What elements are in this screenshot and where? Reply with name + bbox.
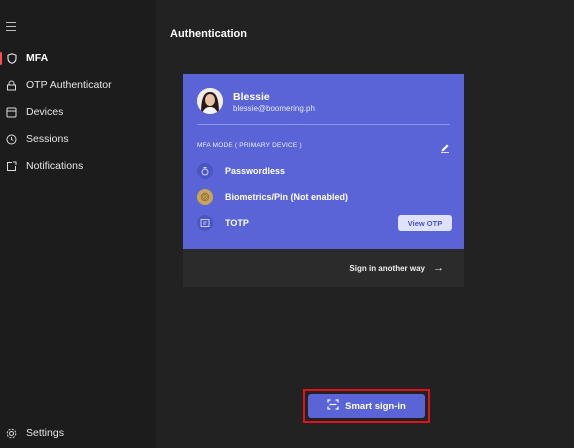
sidebar: MFA OTP Authenticator Devices Sessions N…: [0, 0, 156, 448]
notification-icon: [6, 161, 17, 172]
avatar: [197, 88, 223, 114]
sidebar-item-label: Notifications: [26, 160, 84, 172]
user-email: blessie@boomering.ph: [233, 104, 315, 113]
otp-icon: [6, 80, 17, 91]
clock-icon: [6, 134, 17, 145]
sidebar-item-settings[interactable]: Settings: [0, 423, 156, 443]
sidebar-item-notifications[interactable]: Notifications: [0, 156, 156, 176]
view-otp-button[interactable]: View OTP: [398, 215, 452, 231]
smart-sign-in-label: Smart sign-in: [345, 400, 406, 412]
sidebar-item-sessions[interactable]: Sessions: [0, 129, 156, 149]
shield-icon: [6, 52, 17, 64]
active-indicator: [0, 52, 2, 65]
gear-icon: [6, 428, 17, 439]
settings-label: Settings: [26, 427, 64, 439]
auth-card: Blessie blessie@boomering.ph MFA MODE ( …: [183, 74, 464, 249]
arrow-right-icon: →: [433, 262, 444, 274]
method-passwordless[interactable]: Passwordless: [197, 162, 452, 180]
method-label: Biometrics/Pin (Not enabled): [225, 192, 349, 202]
passwordless-icon: [197, 163, 213, 179]
sidebar-item-label: OTP Authenticator: [26, 79, 112, 91]
sidebar-item-label: MFA: [26, 52, 49, 64]
smart-sign-in-highlight: Smart sign-in: [303, 389, 430, 423]
sidebar-item-mfa[interactable]: MFA: [0, 48, 156, 68]
sidebar-item-devices[interactable]: Devices: [0, 102, 156, 122]
hamburger-menu-icon[interactable]: [6, 22, 16, 31]
devices-icon: [6, 107, 17, 118]
page-title: Authentication: [170, 28, 247, 40]
sidebar-item-label: Sessions: [26, 133, 69, 145]
smart-sign-in-button[interactable]: Smart sign-in: [308, 394, 425, 418]
sidebar-item-label: Devices: [26, 106, 64, 118]
divider: [197, 124, 450, 125]
method-biometrics[interactable]: Biometrics/Pin (Not enabled): [197, 188, 452, 206]
mfa-mode-label: MFA MODE ( PRIMARY DEVICE ): [197, 142, 302, 149]
main-content: Authentication Blessie blessie@boomering…: [156, 0, 574, 448]
scan-icon: [327, 399, 339, 413]
method-totp[interactable]: TOTP View OTP: [197, 214, 452, 232]
sign-in-another-way-link[interactable]: Sign in another way →: [183, 249, 464, 287]
user-name: Blessie: [233, 91, 270, 103]
sidebar-item-otp-authenticator[interactable]: OTP Authenticator: [0, 75, 156, 95]
method-label: TOTP: [225, 218, 249, 228]
edit-icon[interactable]: [440, 140, 450, 153]
totp-icon: [197, 215, 213, 231]
sign-in-another-way-label: Sign in another way: [349, 263, 425, 273]
method-label: Passwordless: [225, 166, 286, 176]
fingerprint-icon: [197, 189, 213, 205]
